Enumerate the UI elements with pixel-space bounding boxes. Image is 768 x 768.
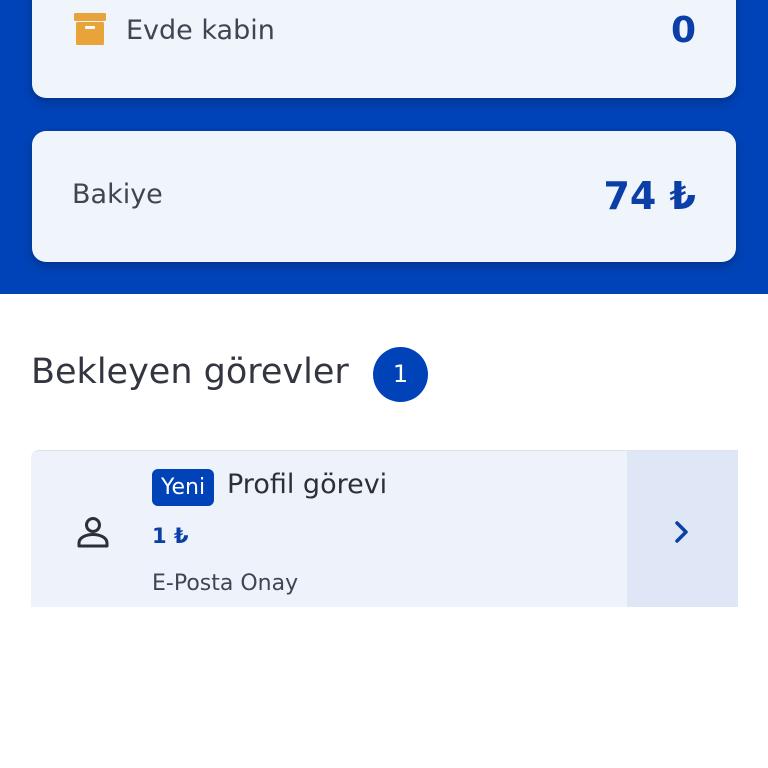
- cabin-card: Evde kabin 0: [32, 0, 736, 98]
- balance-label: Bakiye: [72, 179, 163, 210]
- header-band: Evde kabin 0 Bakiye 74 ₺: [0, 0, 768, 294]
- cabin-label: Evde kabin: [126, 15, 275, 46]
- task-subtitle: E-Posta Onay: [152, 571, 299, 596]
- balance-value: 74 ₺: [603, 174, 696, 218]
- person-icon: [77, 517, 109, 548]
- pending-count-badge: 1: [373, 347, 428, 402]
- cabin-value: 0: [670, 10, 696, 51]
- new-tag-badge: Yeni: [152, 469, 215, 506]
- task-reward: 1 ₺: [152, 524, 189, 548]
- pending-tasks-title: Bekleyen görevler: [31, 352, 349, 392]
- balance-card: Bakiye 74 ₺: [32, 131, 736, 262]
- archive-box-icon: [74, 13, 106, 45]
- chevron-right-icon: [675, 521, 688, 543]
- task-title: Profil görevi: [227, 469, 388, 500]
- task-card[interactable]: Yeni Profil görevi 1 ₺ E-Posta Onay: [31, 450, 738, 607]
- task-open-button[interactable]: [627, 451, 738, 607]
